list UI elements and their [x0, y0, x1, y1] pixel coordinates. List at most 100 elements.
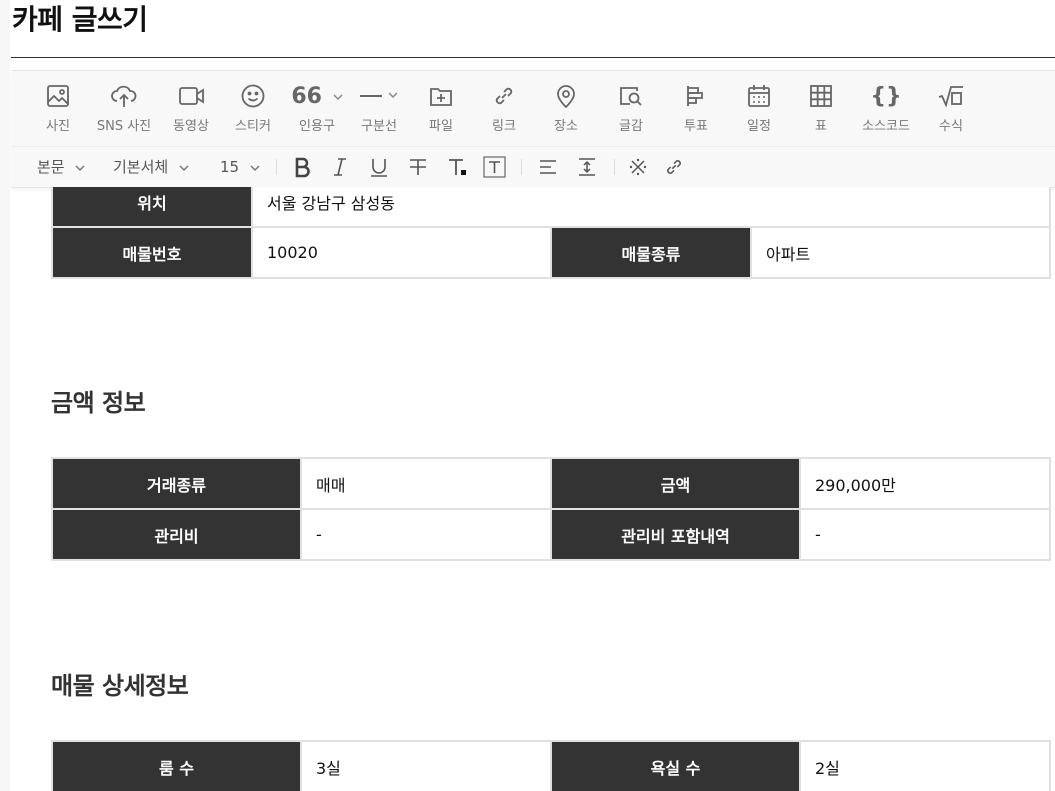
vote-label: 투표 — [684, 119, 708, 134]
text-color-button[interactable] — [446, 156, 470, 178]
table-header-cell: 관리비 포함내역 — [550, 508, 801, 561]
strikethrough-button[interactable] — [407, 156, 429, 178]
format-separator — [276, 159, 277, 175]
smiley-icon — [223, 83, 283, 111]
special-char-button[interactable] — [627, 156, 649, 178]
photo-icon — [28, 83, 88, 111]
video-button[interactable]: 동영상 — [161, 83, 221, 135]
material-button[interactable]: 글감 — [601, 83, 661, 135]
table-row: 매물번호 10020 매물종류 아파트 — [51, 226, 1052, 279]
font-family-value: 기본서체 — [113, 158, 169, 176]
quote-label: 인용구 — [299, 119, 335, 134]
sns-photo-label: SNS 사진 — [96, 119, 152, 134]
divider-label: 구분선 — [361, 119, 397, 134]
sns-photo-button[interactable]: SNS 사진 — [94, 83, 154, 135]
table-row: 룸 수 3실 욕실 수 2실 — [51, 740, 1051, 791]
italic-icon — [334, 158, 346, 176]
place-button[interactable]: 장소 — [536, 83, 596, 135]
strikethrough-icon — [410, 159, 426, 175]
chevron-down-icon — [179, 164, 189, 171]
place-label: 장소 — [554, 119, 578, 134]
vote-button[interactable]: 투표 — [666, 83, 726, 135]
table-grid-icon — [791, 83, 851, 111]
bold-icon — [295, 157, 310, 178]
video-label: 동영상 — [173, 119, 209, 134]
source-code-label: 소스코드 — [862, 119, 910, 134]
table-value-cell[interactable]: 아파트 — [749, 226, 1052, 279]
editor-content[interactable]: 위치 서울 강남구 삼성동 매물번호 10020 매물종류 아파트 금액 정보 … — [11, 187, 1055, 791]
photo-button[interactable]: 사진 — [28, 83, 88, 135]
vote-icon — [666, 83, 726, 111]
font-size-select[interactable]: 15 — [220, 156, 260, 178]
table-header-cell: 거래종류 — [51, 457, 302, 510]
chevron-down-icon — [333, 94, 343, 101]
line-height-icon — [579, 158, 595, 176]
bold-button[interactable] — [292, 156, 312, 178]
table-label: 표 — [815, 119, 827, 134]
text-background-button[interactable] — [483, 156, 507, 178]
divider-button[interactable]: 구분선 — [349, 83, 409, 135]
braces-icon: {} — [870, 84, 902, 109]
sticker-button[interactable]: 스티커 — [223, 83, 283, 135]
chevron-down-icon — [75, 164, 85, 171]
format-separator — [521, 159, 522, 175]
table-header-cell: 금액 — [550, 457, 801, 510]
detail-table: 룸 수 3실 욕실 수 2실 — [51, 740, 1051, 791]
file-button[interactable]: 파일 — [411, 83, 471, 135]
divider-line-icon — [349, 83, 409, 111]
underline-button[interactable] — [368, 156, 390, 178]
align-left-icon — [540, 160, 556, 174]
photo-label: 사진 — [46, 119, 70, 134]
table-button[interactable]: 표 — [791, 83, 851, 135]
source-code-button[interactable]: {} 소스코드 — [856, 83, 916, 135]
sticker-label: 스티커 — [235, 119, 271, 134]
price-table: 거래종류 매매 금액 290,000만 관리비 - 관리비 포함내역 - — [51, 457, 1051, 561]
table-value-cell[interactable]: 서울 강남구 삼성동 — [250, 187, 1052, 228]
formula-label: 수식 — [939, 119, 963, 134]
table-row: 관리비 - 관리비 포함내역 - — [51, 508, 1051, 561]
link-button[interactable]: 링크 — [474, 83, 534, 135]
table-header-cell: 매물종류 — [550, 226, 752, 279]
calendar-icon — [729, 83, 789, 111]
table-value-cell[interactable]: 매매 — [300, 457, 552, 510]
quote-icon: 66 — [287, 83, 347, 111]
file-add-icon — [411, 83, 471, 111]
paragraph-style-select[interactable]: 본문 — [37, 156, 85, 178]
insert-link-button[interactable] — [663, 156, 685, 178]
title-divider — [11, 57, 1055, 58]
table-header-cell: 룸 수 — [51, 740, 302, 791]
table-header-cell: 매물번호 — [51, 226, 253, 279]
schedule-button[interactable]: 일정 — [729, 83, 789, 135]
material-label: 글감 — [619, 119, 643, 134]
align-button[interactable] — [537, 156, 559, 178]
left-edge-gutter — [0, 0, 10, 791]
quote-button[interactable]: 66 인용구 — [287, 83, 347, 135]
editor-toolbar: 사진 SNS 사진 동영상 스티커 66 인용구 구분선 파일 링크 장소 글감… — [11, 70, 1055, 188]
sqrt-formula-icon — [921, 83, 981, 111]
table-value-cell[interactable]: 3실 — [300, 740, 552, 791]
line-height-button[interactable] — [576, 156, 598, 178]
table-value-cell[interactable]: 2실 — [799, 740, 1051, 791]
table-value-cell[interactable]: - — [799, 508, 1051, 561]
chevron-down-icon — [250, 164, 260, 171]
formula-button[interactable]: 수식 — [921, 83, 981, 135]
table-row: 위치 서울 강남구 삼성동 — [51, 187, 1052, 228]
reference-mark-icon — [629, 158, 647, 176]
format-toolbar-row: 본문 기본서체 15 — [11, 146, 1055, 188]
insert-toolbar-row: 사진 SNS 사진 동영상 스티커 66 인용구 구분선 파일 링크 장소 글감… — [11, 71, 1055, 146]
table-value-cell[interactable]: 290,000만 — [799, 457, 1051, 510]
format-separator — [614, 159, 615, 175]
table-value-cell[interactable]: 10020 — [251, 226, 552, 279]
font-family-select[interactable]: 기본서체 — [113, 156, 189, 178]
section-title-price: 금액 정보 — [51, 389, 146, 417]
link-icon — [474, 83, 534, 111]
table-row: 거래종류 매매 금액 290,000만 — [51, 457, 1051, 510]
file-label: 파일 — [429, 119, 453, 134]
page-title: 카페 글쓰기 — [12, 3, 148, 36]
quote-glyph: 66 — [291, 84, 322, 109]
table-value-cell[interactable]: - — [300, 508, 552, 561]
paragraph-style-value: 본문 — [37, 158, 65, 176]
location-table: 위치 서울 강남구 삼성동 매물번호 10020 매물종류 아파트 — [51, 187, 1052, 279]
italic-button[interactable] — [330, 156, 350, 178]
table-header-cell: 위치 — [51, 187, 253, 228]
